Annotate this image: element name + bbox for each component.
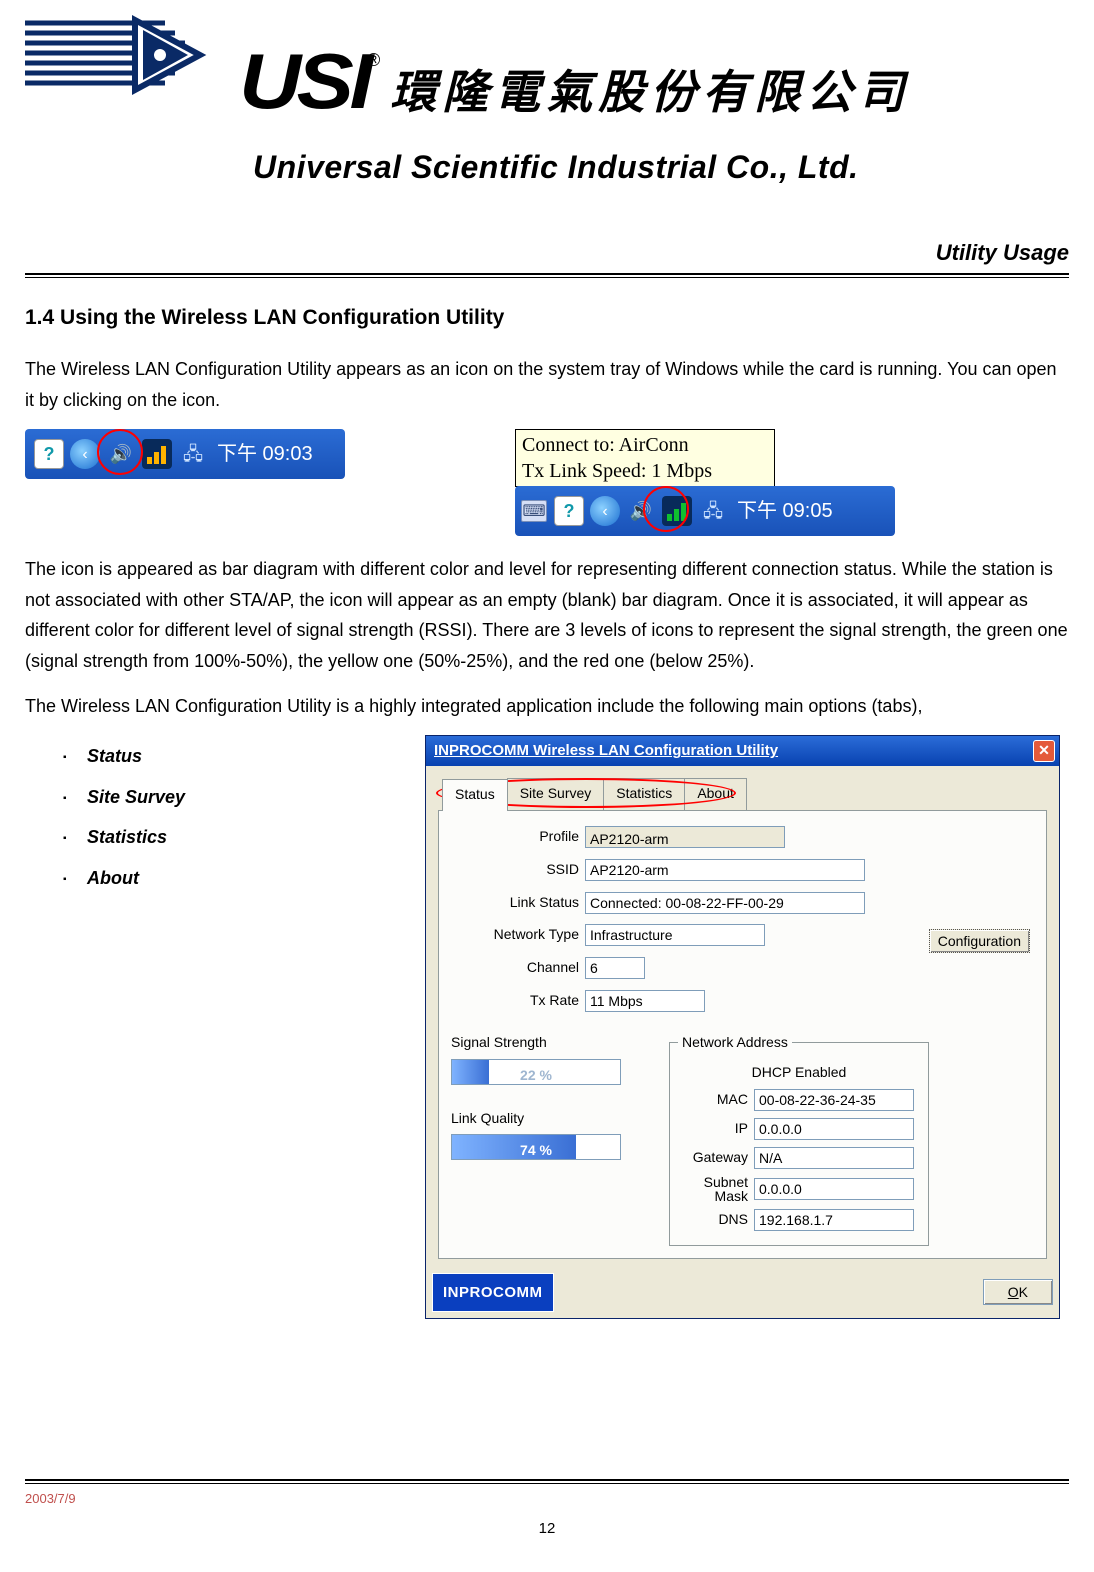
footer-date: 2003/7/9 [25, 1488, 76, 1510]
gateway-label: Gateway [678, 1146, 748, 1170]
close-button[interactable]: ✕ [1033, 740, 1055, 762]
brand-cjk-name: 環隆電氣股份有限公司 [390, 53, 910, 131]
gateway-field [754, 1147, 914, 1169]
tooltip-line-1: Connect to: AirConn [522, 432, 768, 458]
window-title: INPROCOMM Wireless LAN Configuration Uti… [434, 738, 778, 764]
volume-icon: 🔊 [626, 496, 656, 526]
options-list: Status Site Survey Statistics About [63, 741, 405, 893]
usi-logo-icon [25, 15, 235, 95]
configuration-button[interactable]: Configuration [929, 929, 1030, 953]
subnet-label: Subnet Mask [678, 1175, 748, 1203]
divider-thick [25, 273, 1069, 275]
systray-time-2: 下午 09:05 [737, 494, 833, 528]
option-about: About [63, 863, 405, 894]
signal-bars-icon [142, 439, 172, 469]
arrow-icon: ‹ [70, 439, 100, 469]
signal-strength-bar: 22 % [451, 1059, 621, 1085]
link-quality-label: Link Quality [451, 1107, 651, 1131]
ip-label: IP [678, 1117, 748, 1141]
network-icon: 🖧 [178, 439, 208, 469]
intro-paragraph-2: The icon is appeared as bar diagram with… [25, 554, 1069, 676]
status-panel: Profile AP2120-arm SSID Link Status Netw… [438, 810, 1047, 1259]
tab-status[interactable]: Status [442, 779, 508, 811]
section-heading: 1.4 Using the Wireless LAN Configuration… [25, 300, 1069, 336]
title-bar[interactable]: INPROCOMM Wireless LAN Configuration Uti… [426, 736, 1059, 766]
mac-label: MAC [678, 1088, 748, 1112]
page-footer: 2003/7/9 12 [25, 1479, 1069, 1542]
config-utility-window: INPROCOMM Wireless LAN Configuration Uti… [425, 735, 1060, 1319]
tab-site-survey[interactable]: Site Survey [507, 778, 605, 810]
network-type-label: Network Type [451, 923, 579, 947]
chapter-title: Utility Usage [25, 234, 1069, 271]
tab-bar: Status Site Survey Statistics About [442, 778, 1059, 810]
page-number: 12 [25, 1516, 1069, 1542]
dns-field [754, 1209, 914, 1231]
network-address-legend: Network Address [678, 1031, 792, 1055]
ssid-label: SSID [451, 858, 579, 882]
mac-field [754, 1089, 914, 1111]
link-status-field [585, 892, 865, 914]
registered-mark: ® [367, 45, 380, 76]
option-site-survey: Site Survey [63, 782, 405, 813]
brand-full-name: Universal Scientific Industrial Co., Ltd… [253, 140, 1069, 194]
volume-icon: 🔊 [106, 439, 136, 469]
tooltip-line-2: Tx Link Speed: 1 Mbps [522, 458, 768, 484]
profile-label: Profile [451, 825, 579, 849]
network-address-group: Network Address DHCP Enabled MAC IP Gate… [669, 1031, 929, 1246]
logo-header: USI ® 環隆電氣股份有限公司 Universal Scientific In… [25, 15, 1069, 194]
keyboard-icon [521, 500, 547, 522]
ok-button[interactable]: OK [983, 1279, 1053, 1305]
option-status: Status [63, 741, 405, 772]
connection-tooltip: Connect to: AirConn Tx Link Speed: 1 Mbp… [515, 429, 775, 487]
channel-field [585, 957, 645, 979]
tx-rate-label: Tx Rate [451, 989, 579, 1013]
signal-strength-text: 22 % [452, 1064, 620, 1085]
systray-screenshot-1: ? ‹ 🔊 🖧 下午 09:03 [25, 429, 345, 479]
brand-acronym: USI [239, 15, 369, 148]
option-statistics: Statistics [63, 822, 405, 853]
channel-label: Channel [451, 956, 579, 980]
ip-field [754, 1118, 914, 1140]
divider-thin [25, 277, 1069, 278]
signal-strength-label: Signal Strength [451, 1031, 651, 1055]
network-icon: 🖧 [698, 496, 728, 526]
tab-statistics[interactable]: Statistics [603, 778, 685, 810]
dhcp-status: DHCP Enabled [678, 1061, 920, 1085]
tab-about[interactable]: About [684, 778, 747, 810]
link-status-label: Link Status [451, 891, 579, 915]
signal-bars-green-icon [662, 496, 692, 526]
ssid-input[interactable] [585, 859, 865, 881]
intro-paragraph-1: The Wireless LAN Configuration Utility a… [25, 354, 1069, 415]
intro-paragraph-3: The Wireless LAN Configuration Utility i… [25, 691, 1069, 722]
profile-value: AP2120-arm [585, 826, 785, 848]
link-quality-bar: 74 % [451, 1134, 621, 1160]
help-icon: ? [34, 439, 64, 469]
link-quality-text: 74 % [452, 1139, 620, 1160]
arrow-icon: ‹ [590, 496, 620, 526]
dns-label: DNS [678, 1208, 748, 1232]
subnet-field [754, 1178, 914, 1200]
network-type-field [585, 924, 765, 946]
help-icon: ? [554, 496, 584, 526]
systray-screenshot-2: Connect to: AirConn Tx Link Speed: 1 Mbp… [515, 429, 895, 536]
systray-time-1: 下午 09:03 [217, 437, 313, 471]
brand-badge: INPROCOMM [432, 1273, 554, 1313]
tx-rate-field [585, 990, 705, 1012]
